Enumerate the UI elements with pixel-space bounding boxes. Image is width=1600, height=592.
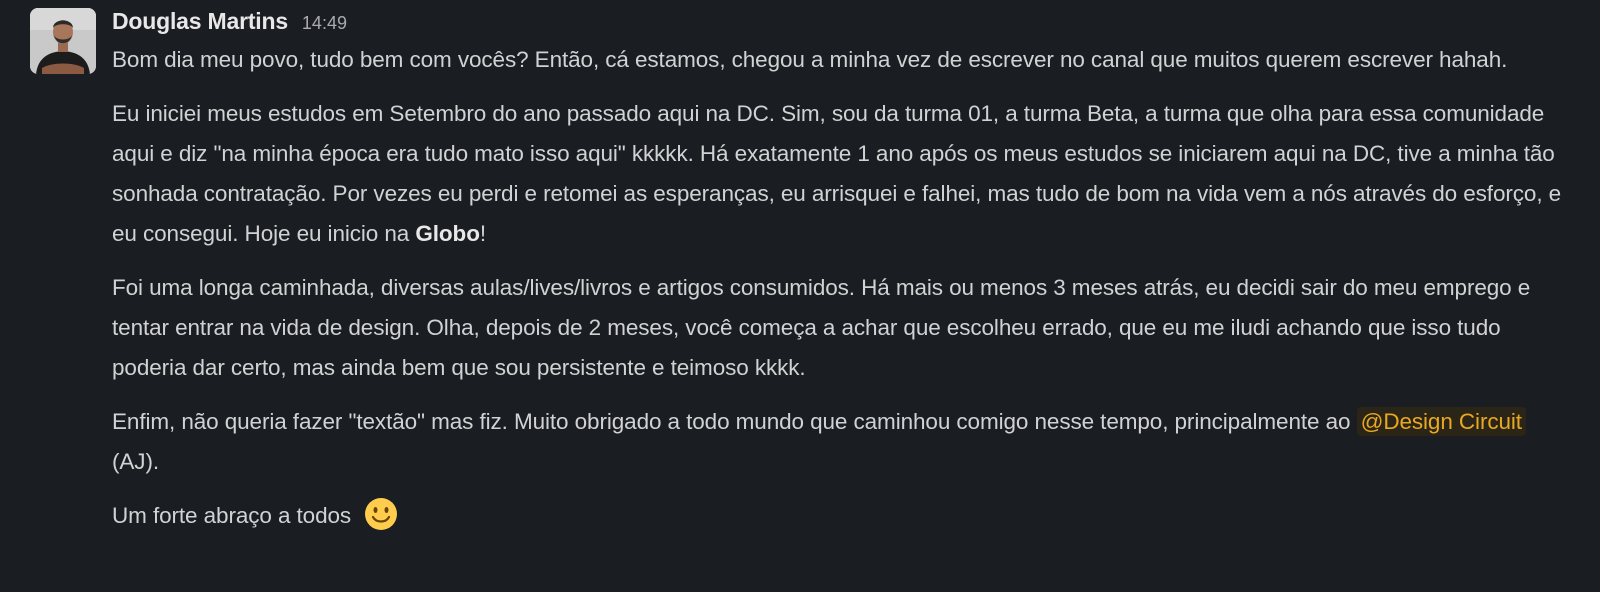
paragraph-text: Um forte abraço a todos bbox=[112, 503, 352, 528]
message-content: Douglas Martins 14:49 Bom dia meu povo, … bbox=[112, 8, 1570, 592]
paragraph-text: Bom dia meu povo, tudo bem com vocês? En… bbox=[112, 47, 1508, 72]
message-timestamp[interactable]: 14:49 bbox=[302, 13, 347, 34]
message-item: Douglas Martins 14:49 Bom dia meu povo, … bbox=[0, 0, 1600, 592]
message-paragraph-1: Bom dia meu povo, tudo bem com vocês? En… bbox=[112, 40, 1570, 80]
message-paragraph-5: Um forte abraço a todos bbox=[112, 496, 1570, 536]
message-paragraph-4: Enfim, não queria fazer "textão" mas fiz… bbox=[112, 402, 1570, 482]
paragraph-text: Foi uma longa caminhada, diversas aulas/… bbox=[112, 275, 1531, 380]
paragraph-text: Enfim, não queria fazer "textão" mas fiz… bbox=[112, 409, 1357, 434]
paragraph-text: ! bbox=[479, 221, 486, 246]
message-header: Douglas Martins 14:49 bbox=[112, 8, 1570, 38]
message-paragraph-3: Foi uma longa caminhada, diversas aulas/… bbox=[112, 268, 1570, 388]
message-paragraph-2: Eu iniciei meus estudos em Setembro do a… bbox=[112, 94, 1570, 254]
author-name[interactable]: Douglas Martins bbox=[112, 8, 288, 35]
paragraph-text: (AJ). bbox=[112, 449, 159, 474]
paragraph-text: Eu iniciei meus estudos em Setembro do a… bbox=[112, 101, 1562, 246]
avatar[interactable] bbox=[30, 8, 96, 74]
user-mention[interactable]: @Design Circuit bbox=[1356, 407, 1526, 436]
slightly-smiling-face-icon[interactable] bbox=[363, 496, 399, 532]
bold-text: Globo bbox=[415, 221, 480, 246]
